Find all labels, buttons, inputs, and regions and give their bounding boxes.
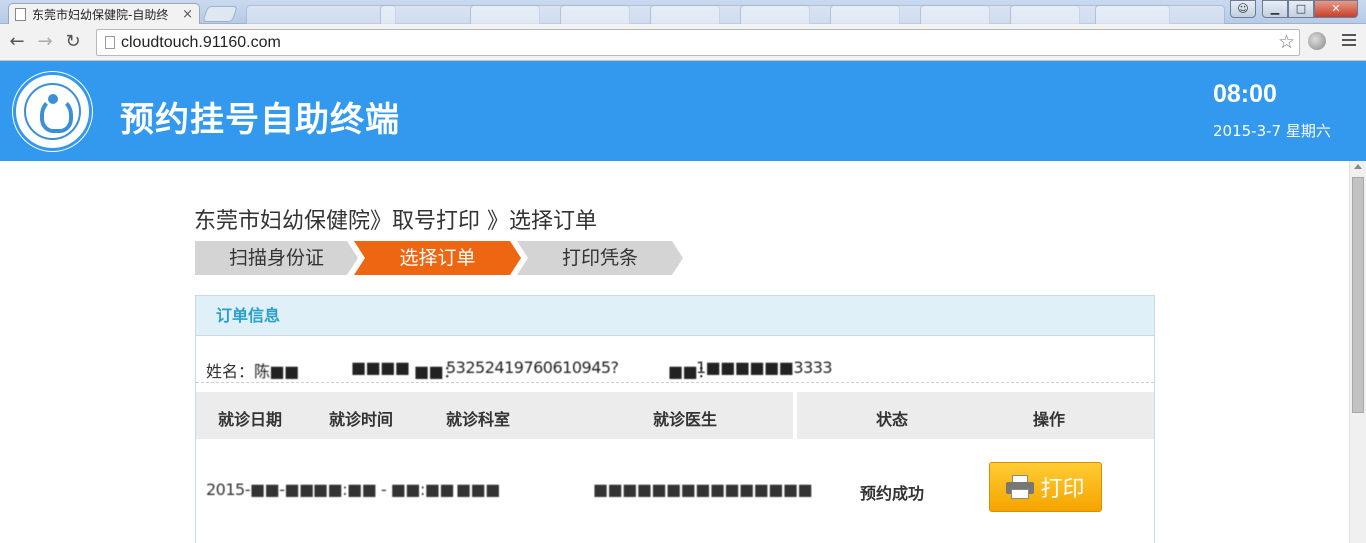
row-dept: ■■■ bbox=[456, 480, 500, 499]
patient-id-value: 53252419760610945? bbox=[446, 358, 619, 377]
patient-field: ■■■■ bbox=[351, 358, 410, 377]
scroll-thumb[interactable] bbox=[1352, 177, 1364, 413]
row-time: ■■:■■ - ■■:■■ bbox=[313, 480, 455, 499]
bookmark-star-icon[interactable]: ☆ bbox=[1278, 31, 1295, 53]
col-date: 就诊日期 bbox=[218, 410, 283, 429]
app-title: 预约挂号自助终端 bbox=[120, 100, 400, 140]
browser-tab-background[interactable] bbox=[1095, 5, 1225, 24]
minimize-button[interactable]: ▁ bbox=[1262, 0, 1288, 18]
address-bar[interactable]: cloudtouch.91160.com ☆ bbox=[96, 29, 1300, 56]
order-panel: 订单信息 姓名： 陈■■ ■■■■ ■■： 53252419760610945?… bbox=[195, 295, 1155, 543]
step-scan-id: 扫描身份证 bbox=[195, 241, 358, 275]
browser-tab-title: 东莞市妇幼保健院-自助终 bbox=[32, 8, 169, 22]
browser-tab-active[interactable]: 东莞市妇幼保健院-自助终 × bbox=[8, 3, 200, 25]
status-badge: 预约成功 bbox=[860, 484, 925, 503]
row-date: 2015-■■-■■ bbox=[206, 480, 314, 499]
table-row: 2015-■■-■■ ■■:■■ - ■■:■■ ■■■ ■■■■■■■■■■■… bbox=[196, 440, 1154, 540]
progress-steps: 扫描身份证 选择订单 打印凭条 bbox=[195, 241, 683, 275]
back-icon[interactable]: ← bbox=[6, 31, 28, 53]
breadcrumb: 东莞市妇幼保健院》取号打印 》选择订单 bbox=[194, 209, 597, 234]
scroll-up-icon[interactable] bbox=[1354, 164, 1362, 169]
patient-name-label: 姓名： bbox=[206, 362, 255, 381]
page-icon bbox=[15, 8, 26, 21]
new-tab-button[interactable] bbox=[202, 6, 238, 22]
patient-phone-value: 1■■■■■■3333 bbox=[696, 358, 833, 377]
clock-time: 08:00 bbox=[1213, 80, 1277, 108]
col-dept: 就诊科室 bbox=[446, 410, 511, 429]
patient-info: 姓名： 陈■■ ■■■■ ■■： 53252419760610945? ■■： … bbox=[196, 354, 1154, 384]
print-button[interactable]: 打印 bbox=[989, 462, 1102, 512]
print-button-label: 打印 bbox=[1040, 477, 1085, 502]
clock-date: 2015-3-7 星期六 bbox=[1213, 122, 1331, 140]
step-print-receipt: 打印凭条 bbox=[517, 241, 683, 275]
app-header: 预约挂号自助终端 08:00 2015-3-7 星期六 bbox=[0, 61, 1366, 161]
window-controls: ☺ ▁ □ ✕ bbox=[1230, 0, 1358, 18]
divider bbox=[196, 382, 1154, 383]
reload-icon[interactable]: ↻ bbox=[62, 31, 84, 53]
browser-tab-strip: 东莞市妇幼保健院-自助终 × ☺ ▁ □ ✕ bbox=[0, 0, 1366, 25]
patient-name-value: 陈■■ bbox=[254, 362, 299, 381]
step-select-order: 选择订单 bbox=[354, 241, 521, 275]
browser-toolbar: ← → ↻ cloudtouch.91160.com ☆ bbox=[0, 24, 1366, 61]
menu-icon[interactable] bbox=[1342, 34, 1356, 49]
col-status: 状态 bbox=[876, 410, 909, 429]
printer-icon bbox=[1006, 475, 1035, 499]
col-action: 操作 bbox=[1033, 410, 1066, 429]
url-text[interactable]: cloudtouch.91160.com bbox=[121, 34, 281, 52]
row-doctor: ■■■■■■■■■■■■■■■ bbox=[593, 480, 813, 499]
browser-tab-background[interactable] bbox=[246, 5, 396, 24]
extension-globe-icon[interactable] bbox=[1308, 32, 1326, 50]
hospital-logo bbox=[13, 72, 92, 151]
page-scrollbar[interactable] bbox=[1349, 161, 1366, 543]
col-time: 就诊时间 bbox=[329, 410, 394, 429]
tab-close-icon[interactable]: × bbox=[182, 7, 193, 22]
forward-icon[interactable]: → bbox=[34, 31, 56, 53]
close-window-button[interactable]: ✕ bbox=[1314, 0, 1358, 18]
user-icon[interactable]: ☺ bbox=[1230, 0, 1256, 18]
panel-title: 订单信息 bbox=[196, 296, 1154, 336]
col-doctor: 就诊医生 bbox=[653, 410, 718, 429]
maximize-button[interactable]: □ bbox=[1288, 0, 1314, 18]
table-header: 就诊日期 就诊时间 就诊科室 就诊医生 状态 操作 bbox=[196, 392, 1154, 439]
page-icon bbox=[105, 36, 115, 49]
